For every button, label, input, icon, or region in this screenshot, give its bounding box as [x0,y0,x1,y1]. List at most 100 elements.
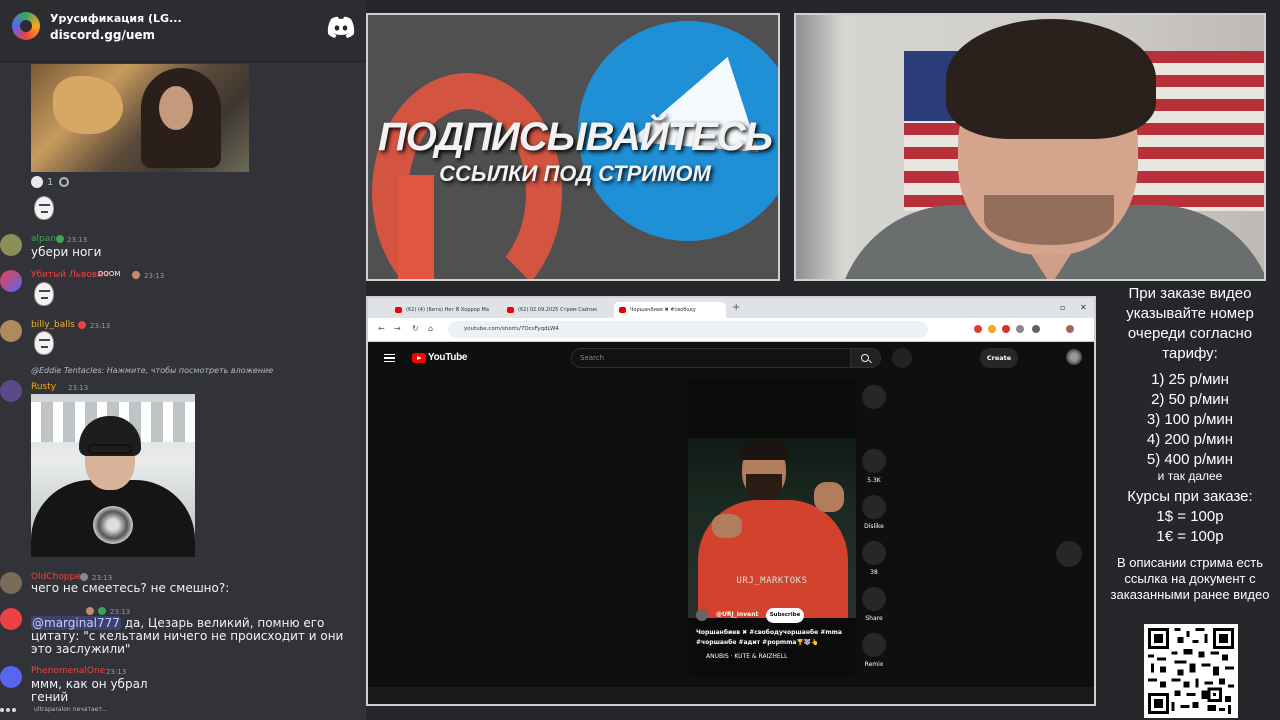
discord-avatar-icon[interactable] [0,666,22,688]
more-icon [862,385,886,409]
tariff-item: 5) 400 р/мин [1146,451,1234,468]
role-badge-icon [78,321,86,329]
video-caption: Чоршанбиев ✖ #свободучоршанбе #mma #чорш… [696,629,842,646]
reaction-pill[interactable]: 1 [31,176,53,188]
more-actions-button[interactable] [861,385,887,413]
youtube-logo-icon[interactable] [412,353,426,363]
address-bar-row: ← → ↻ ⌂ youtube.com/shorts/7OcsFyqdLW4 [368,318,1094,342]
browser-tab[interactable]: (62) 02.09.2025 Стрим Сайтик [502,302,610,318]
typing-indicator: ultraparalon печатает... [34,706,108,713]
search-icon[interactable] [851,348,881,368]
timestamp: 23:13 [90,322,111,330]
typing-indicator-icon [0,708,22,714]
opera-extension-icon[interactable] [974,325,982,333]
extension-icon[interactable] [988,325,996,333]
reload-icon[interactable]: ↻ [412,324,419,333]
timestamp: 23:13 [106,668,127,676]
sticker-image [34,331,54,355]
microphone-icon[interactable] [892,348,912,368]
music-info[interactable]: ANUBIS · KUTE & RAIZHELL [706,653,787,660]
discord-avatar-icon[interactable] [0,608,22,630]
document-note: В описании стрима есть ссылка на докумен… [1110,555,1270,602]
extension-icon[interactable] [1032,325,1040,333]
search-input[interactable]: Search [571,348,851,368]
restore-window-icon[interactable]: ▫ [1060,303,1065,312]
server-icon[interactable] [12,12,40,40]
username[interactable]: alpan [31,234,56,244]
avatar[interactable] [0,380,22,402]
username[interactable]: Убитый Львович [31,270,108,280]
youtube-favicon-icon [507,307,514,313]
message-text: @marginal777 да, Цезарь великий, помню е… [31,616,365,656]
webcam-feed [794,13,1266,281]
youtube-favicon-icon [619,307,626,313]
channel-avatar[interactable] [696,609,708,621]
username[interactable]: PhenomenalOne [31,666,105,676]
banner-subtitle: ССЫЛКИ ПОД СТРИМОМ [439,161,711,186]
like-button[interactable]: 5.3K [861,449,887,484]
banner-title: ПОДПИСЫВАЙТЕСЬ [377,115,773,159]
comment-icon [862,541,886,565]
youtube-page: YouTube Search Create URJ_MARKTOKS @URJ_… [368,343,1094,704]
avatar[interactable] [0,572,22,594]
tariff-item: 4) 200 р/мин [1146,431,1234,448]
next-video-icon[interactable] [1056,541,1082,567]
rate-item: 1$ = 100р [1156,508,1224,525]
order-note: При заказе видео указывайте номер очеред… [1126,285,1254,362]
back-icon[interactable]: ← [378,324,385,333]
role-badge-icon [86,607,94,615]
menu-icon[interactable] [384,354,395,362]
like-icon [862,449,886,473]
dislike-button[interactable]: Dislike [861,495,887,530]
sticker-image [34,196,54,220]
new-tab-icon[interactable]: + [732,302,740,313]
home-icon[interactable]: ⌂ [428,324,433,333]
extension-icon[interactable] [1002,325,1010,333]
browser-tab-active[interactable]: Чоршанбиев ✖ #свободу [614,302,726,318]
add-reaction-icon[interactable] [59,177,70,187]
remix-button[interactable]: Remix [861,633,887,668]
reply-preview[interactable]: @Eddie Tentacles: Нажмите, чтобы посмотр… [31,366,273,375]
video-watermark: URJ_MARKTOKS [736,576,808,586]
subscribe-button[interactable]: Subscribe [766,608,804,623]
order-info-panel: При заказе видео указывайте номер очеред… [1100,282,1280,720]
comments-button[interactable]: 38 [861,541,887,576]
share-button[interactable]: Share [861,587,887,622]
subscribe-banner: ПОДПИСЫВАЙТЕСЬ ССЫЛКИ ПОД СТРИМОМ [366,13,780,281]
short-video-player[interactable]: URJ_MARKTOKS @URJ_Invent Subscribe Чорша… [688,378,856,676]
forward-icon[interactable]: → [394,324,401,333]
profile-icon[interactable] [1066,325,1074,333]
extension-icon[interactable] [1016,325,1024,333]
youtube-favicon-icon [395,307,402,313]
username[interactable]: Rusty [31,382,56,392]
qr-code-icon [1148,628,1234,714]
rates-title: Курсы при заказе: [1127,488,1253,505]
tariff-item: 1) 25 р/мин [1151,371,1229,388]
avatar[interactable] [0,270,22,292]
tariff-list: 1) 25 р/мин 2) 50 р/мин 3) 100 р/мин 4) … [1100,370,1280,470]
avatar[interactable] [0,234,22,256]
youtube-logo[interactable]: YouTube [428,352,468,363]
user-tag: DOOM [98,270,121,278]
qr-code[interactable] [1144,624,1238,718]
user-mention[interactable]: @marginal777 [31,616,121,630]
channel-name[interactable]: @URJ_Invent [716,611,758,618]
close-window-icon[interactable]: ✕ [1080,303,1087,312]
account-avatar[interactable] [1066,349,1082,365]
tab-strip: (62) (4) (Бета) Нет В Хоррор Ма (62) 02.… [368,298,1094,318]
timestamp: 23:13 [144,272,165,280]
create-button[interactable]: Create [980,348,1018,368]
discord-logo-icon [327,16,355,38]
discord-chat-panel: Урусификация (LG... discord.gg/uem 1 alp… [0,0,366,720]
browser-tab[interactable]: (62) (4) (Бета) Нет В Хоррор Ма [390,302,498,318]
image-attachment[interactable] [31,394,195,557]
avatar[interactable] [0,320,22,342]
invite-link[interactable]: discord.gg/uem [50,28,155,42]
username[interactable]: billy_balls [31,320,75,330]
message-text: ммм, как он убрал гений [31,677,148,704]
image-attachment[interactable] [31,64,249,172]
stream-layout: Урусификация (LG... discord.gg/uem 1 alp… [0,0,1280,720]
role-badge-icon [98,607,106,615]
browser-capture: (62) (4) (Бета) Нет В Хоррор Ма (62) 02.… [366,296,1096,706]
url-field[interactable]: youtube.com/shorts/7OcsFyqdLW4 [448,321,928,338]
